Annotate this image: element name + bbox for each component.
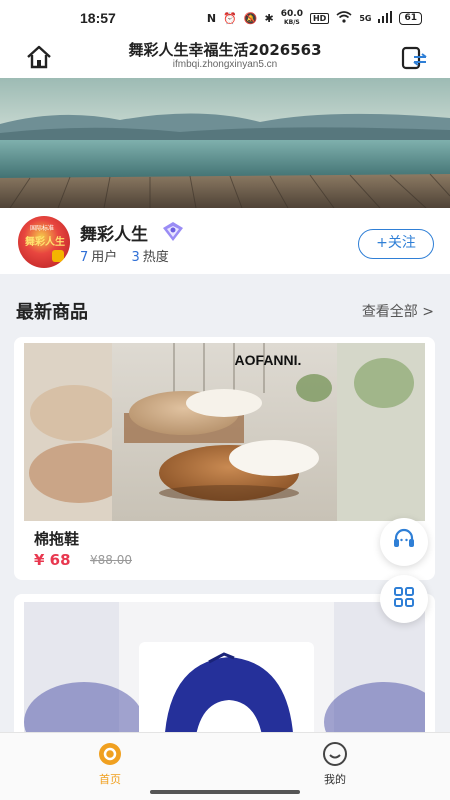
follow-button[interactable]: +关注 xyxy=(358,229,434,259)
product-card[interactable] xyxy=(14,594,435,754)
nfc-icon: N xyxy=(206,11,217,25)
tab-mine-label: 我的 xyxy=(324,773,346,786)
product-image: AOFANNI. xyxy=(24,343,425,521)
users-count: 7 xyxy=(80,250,89,265)
page-title: 舞彩人生幸福生活2026563 xyxy=(128,41,322,59)
tab-home-label: 首页 xyxy=(99,773,121,786)
grid-menu-button[interactable] xyxy=(380,575,428,623)
hd-badge: HD xyxy=(309,12,330,24)
app-header: 舞彩人生幸福生活2026563 ifmbqi.zhongxinyan5.cn xyxy=(0,36,450,78)
home-indicator[interactable] xyxy=(150,790,300,794)
headset-icon xyxy=(391,527,417,557)
status-icons: N ⏰ 🔕 ✱ 60.0 KB/S HD 5G 61 xyxy=(206,8,422,27)
tab-home[interactable]: 首页 xyxy=(80,741,140,787)
view-all-link[interactable]: 查看全部 > xyxy=(362,301,434,321)
avatar-caption: 国际标准 xyxy=(30,225,55,232)
product-name: 棉拖鞋 xyxy=(34,530,80,548)
profile-stats: 7 用户 3 热度 xyxy=(80,246,179,265)
product-brand-text: AOFANNI. xyxy=(235,352,302,368)
avatar[interactable]: 国际标准 舞彩人生 xyxy=(18,216,70,268)
signal-icon xyxy=(378,10,393,26)
avatar-text: 舞彩人生 xyxy=(25,237,65,248)
customer-service-button[interactable] xyxy=(380,518,428,566)
profile-card: 国际标准 舞彩人生 舞彩人生 7 用户 3 热度 +关注 xyxy=(0,208,450,274)
profile-name: 舞彩人生 xyxy=(80,225,148,245)
network-speed: 60.0 KB/S xyxy=(280,8,303,26)
grid-icon xyxy=(393,586,415,612)
mute-icon: 🔕 xyxy=(243,11,258,25)
product-original-price: ¥88.00 xyxy=(90,553,132,567)
battery-indicator: 61 xyxy=(399,11,422,25)
page-url: ifmbqi.zhongxinyan5.cn xyxy=(172,59,278,70)
heat-count: 3 xyxy=(131,250,140,265)
vip-badge-icon xyxy=(160,220,186,242)
section-title: 最新商品 xyxy=(16,302,88,323)
avatar-badge-icon xyxy=(52,250,64,262)
wifi-icon xyxy=(336,10,352,26)
alarm-icon: ⏰ xyxy=(223,11,237,25)
users-label: 用户 xyxy=(91,250,118,265)
product-card[interactable]: AOFANNI. 棉拖鞋 ¥ 68 ¥88.00 xyxy=(14,337,435,580)
status-time: 18:57 xyxy=(80,10,116,26)
home-icon[interactable] xyxy=(24,42,54,72)
banner-image xyxy=(0,78,450,208)
smile-icon xyxy=(322,741,348,767)
status-bar: 18:57 N ⏰ 🔕 ✱ 60.0 KB/S HD 5G 61 xyxy=(0,0,450,36)
product-price: ¥ 68 xyxy=(34,551,71,569)
home-tab-icon xyxy=(97,741,123,767)
signal-label: 5G xyxy=(359,13,372,23)
bottom-nav: 首页 我的 xyxy=(0,732,450,800)
section-header: 最新商品 查看全部 > xyxy=(16,296,434,326)
switch-icon[interactable] xyxy=(400,44,428,72)
heat-label: 热度 xyxy=(142,250,169,265)
tab-mine[interactable]: 我的 xyxy=(305,741,365,787)
bluetooth-icon: ✱ xyxy=(264,11,274,25)
app-screen: 18:57 N ⏰ 🔕 ✱ 60.0 KB/S HD 5G 61 舞彩人生幸福生活… xyxy=(0,0,450,800)
